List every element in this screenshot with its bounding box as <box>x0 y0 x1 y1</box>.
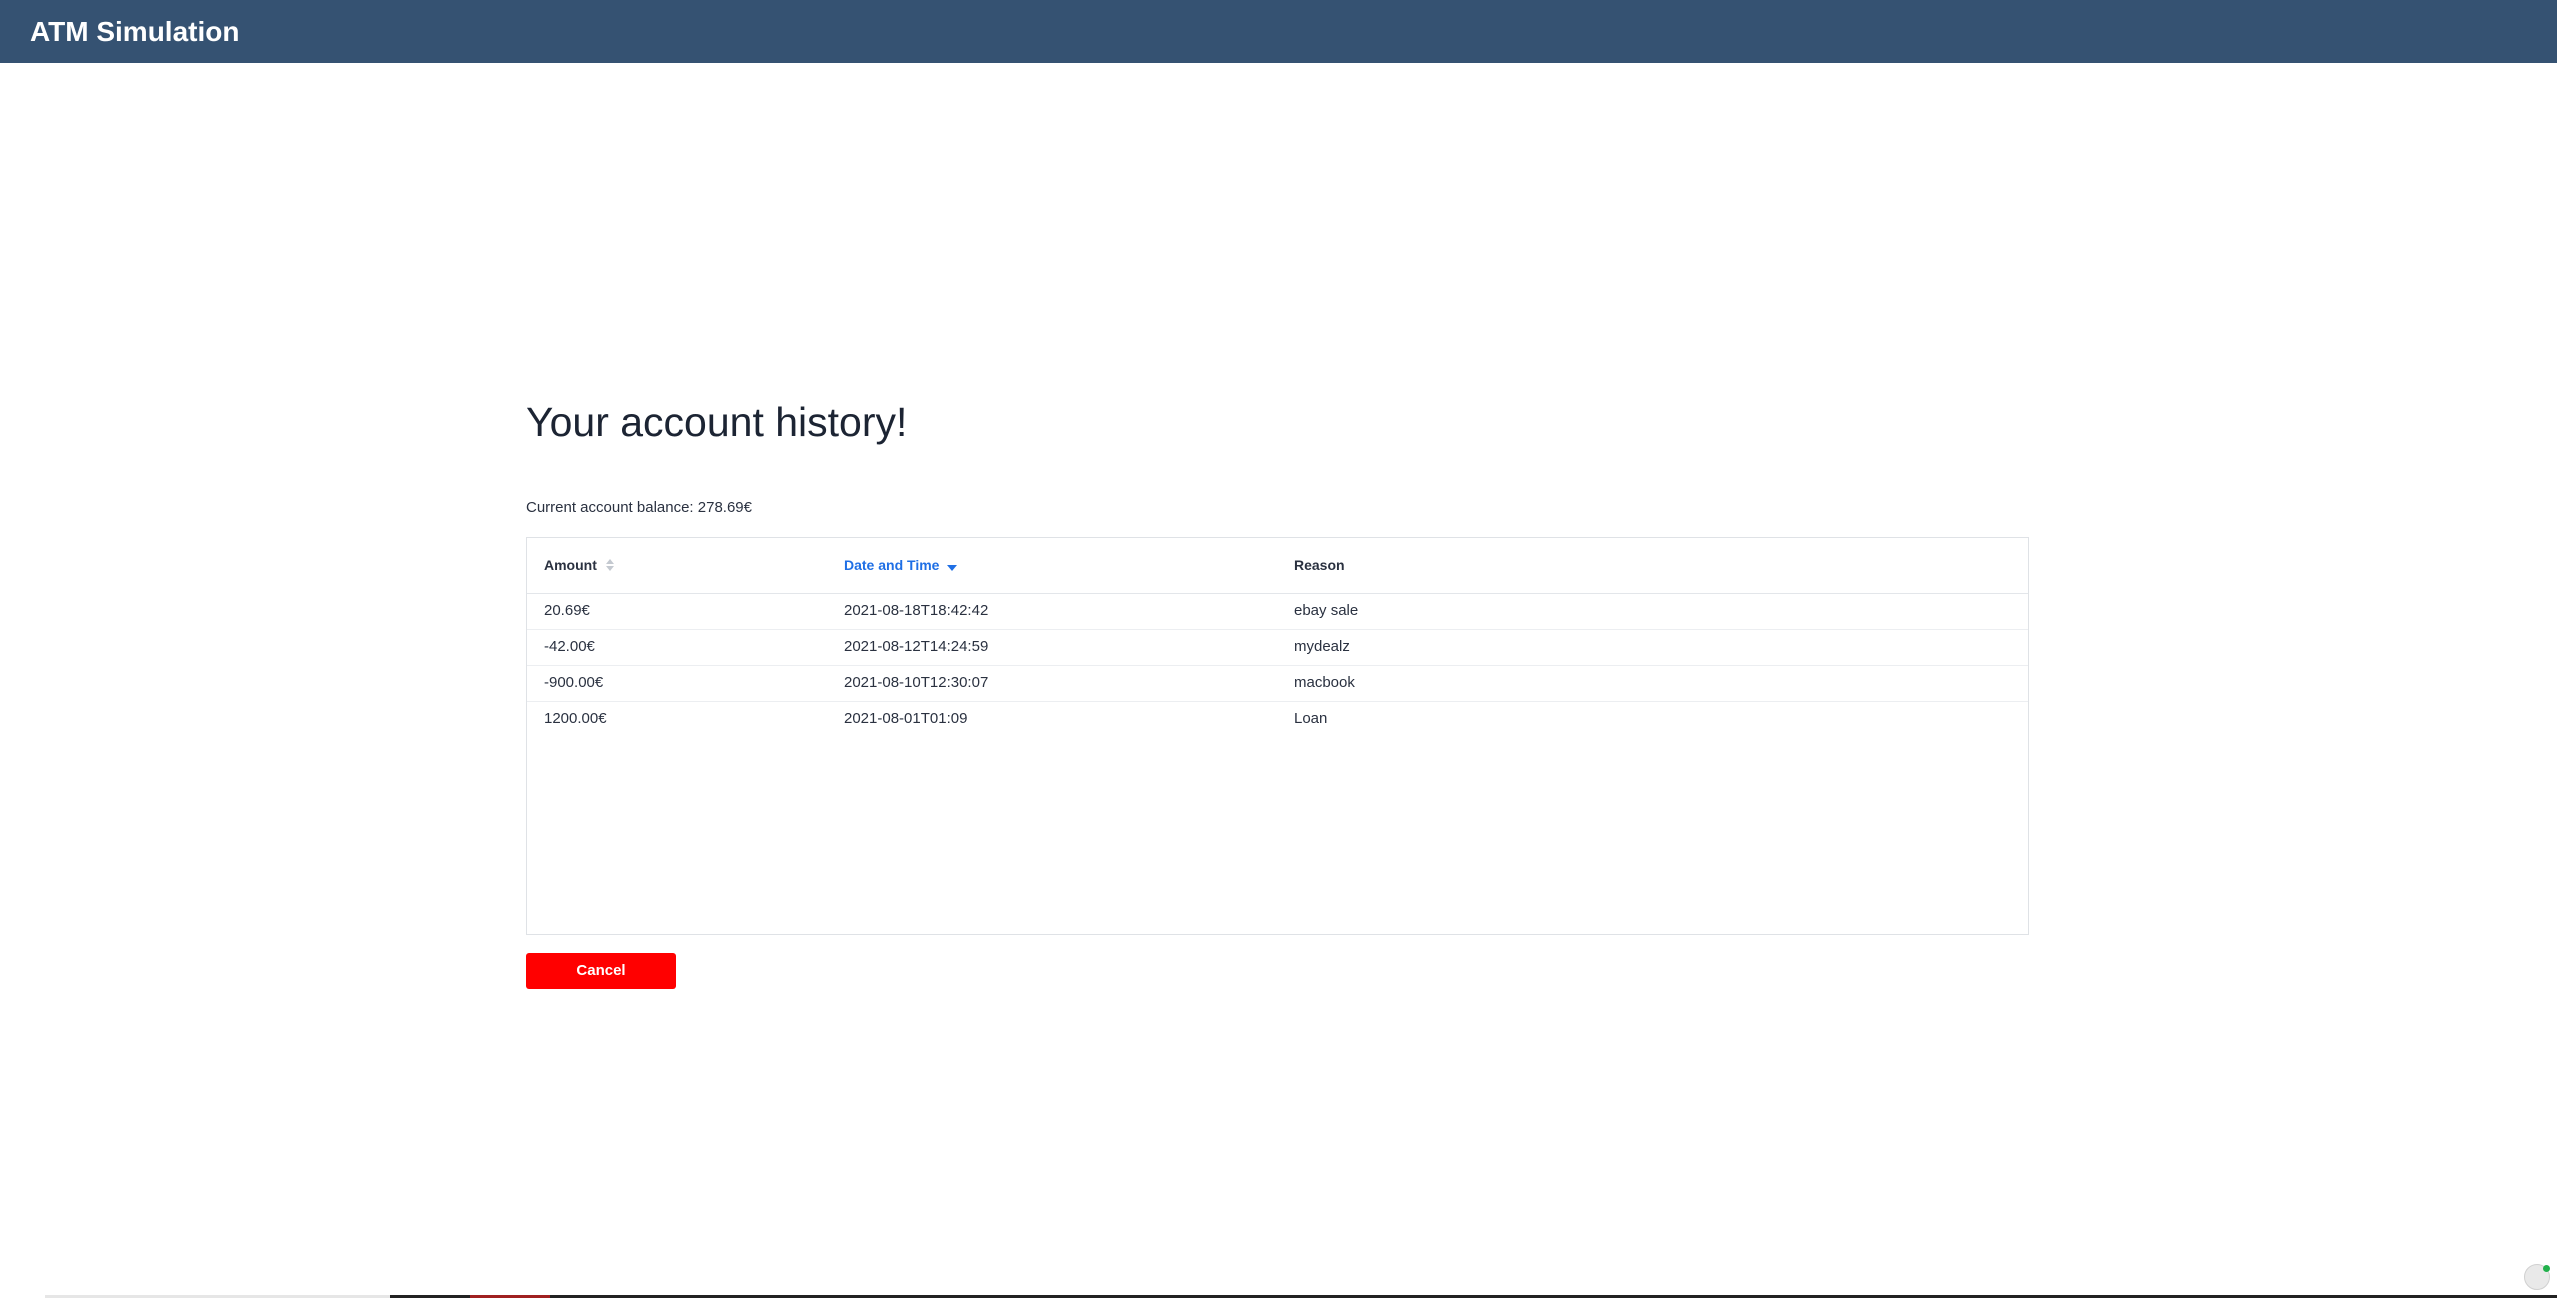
table-row: -42.00€ 2021-08-12T14:24:59 mydealz <box>527 629 2028 666</box>
cell-date: 2021-08-10T12:30:07 <box>844 674 989 691</box>
table-row: 20.69€ 2021-08-18T18:42:42 ebay sale <box>527 593 2028 630</box>
online-status-dot <box>2543 1265 2550 1272</box>
column-header-date-label: Date and Time <box>844 557 940 573</box>
table-header: Amount Date and Time Reason <box>527 538 2028 594</box>
cell-amount: -42.00€ <box>544 638 595 655</box>
cell-reason: ebay sale <box>1294 602 1359 619</box>
cell-amount: 1200.00€ <box>544 710 607 727</box>
cell-reason: macbook <box>1294 674 1355 691</box>
table-row: -900.00€ 2021-08-10T12:30:07 macbook <box>527 665 2028 702</box>
column-header-date[interactable]: Date and Time <box>844 556 958 574</box>
cell-date: 2021-08-01T01:09 <box>844 710 968 727</box>
status-widget-icon[interactable] <box>2524 1264 2550 1290</box>
cell-date: 2021-08-18T18:42:42 <box>844 602 989 619</box>
account-balance: Current account balance: 278.69€ <box>526 499 752 516</box>
app-header: ATM Simulation <box>0 0 2557 63</box>
cancel-button[interactable]: Cancel <box>526 953 676 989</box>
cell-amount: 20.69€ <box>544 602 590 619</box>
column-header-amount[interactable]: Amount <box>544 556 615 574</box>
sort-neutral-icon <box>605 558 615 572</box>
page-title: Your account history! <box>526 399 908 445</box>
cell-amount: -900.00€ <box>544 674 604 691</box>
column-header-reason[interactable]: Reason <box>1294 556 1345 574</box>
sort-descending-icon <box>947 565 958 571</box>
cell-reason: mydealz <box>1294 638 1350 655</box>
history-table: Amount Date and Time Reason 20.69€ 2021-… <box>526 537 2029 935</box>
table-row: 1200.00€ 2021-08-01T01:09 Loan <box>527 701 2028 737</box>
cell-reason: Loan <box>1294 710 1328 727</box>
cell-date: 2021-08-12T14:24:59 <box>844 638 989 655</box>
column-header-amount-label: Amount <box>544 557 597 573</box>
app-title: ATM Simulation <box>30 16 240 47</box>
column-header-reason-label: Reason <box>1294 557 1345 573</box>
